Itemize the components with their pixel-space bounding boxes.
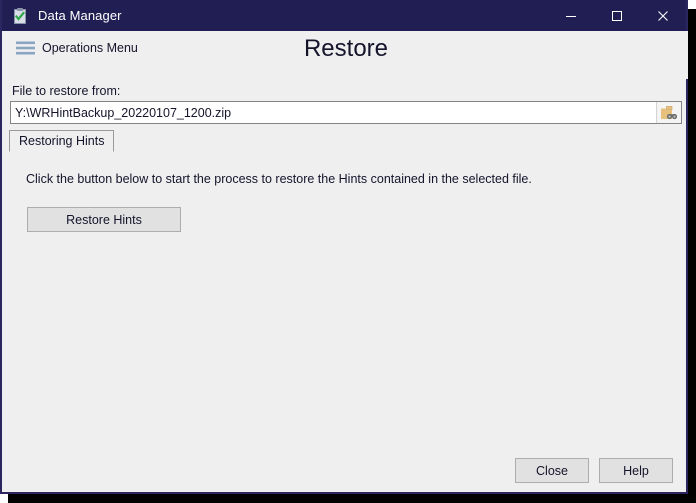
- close-icon: [657, 10, 669, 22]
- tab-content-panel: Click the button below to start the proc…: [8, 152, 684, 442]
- tab-restoring-hints[interactable]: Restoring Hints: [9, 130, 115, 152]
- file-path-row: [10, 101, 682, 124]
- file-field-label: File to restore from:: [12, 84, 121, 98]
- window-controls: [548, 0, 686, 31]
- minimize-icon: [565, 10, 577, 22]
- tab-strip: Restoring Hints: [8, 130, 684, 152]
- header-toolbar: Operations Menu Restore: [4, 31, 688, 79]
- help-button[interactable]: Help: [599, 458, 673, 483]
- close-button[interactable]: Close: [515, 458, 589, 483]
- window-title: Data Manager: [38, 8, 122, 23]
- clipboard-check-icon: [11, 7, 29, 25]
- browse-file-button[interactable]: [656, 102, 681, 123]
- file-path-input[interactable]: [11, 102, 656, 123]
- close-button-titlebar[interactable]: [640, 0, 686, 31]
- window-shadow-bottom: [8, 494, 696, 503]
- minimize-button[interactable]: [548, 0, 594, 31]
- title-bar: Data Manager: [2, 0, 686, 31]
- tab-strip-divider: [113, 131, 114, 151]
- maximize-button[interactable]: [594, 0, 640, 31]
- restore-hints-button[interactable]: Restore Hints: [27, 207, 181, 232]
- instruction-text: Click the button below to start the proc…: [26, 172, 532, 186]
- page-title: Restore: [303, 35, 389, 62]
- folder-browse-icon: [660, 105, 678, 121]
- maximize-icon: [611, 10, 623, 22]
- window-shadow-right: [688, 9, 696, 503]
- application-window: Data Manager Operations Menu Restore Fil…: [0, 0, 688, 494]
